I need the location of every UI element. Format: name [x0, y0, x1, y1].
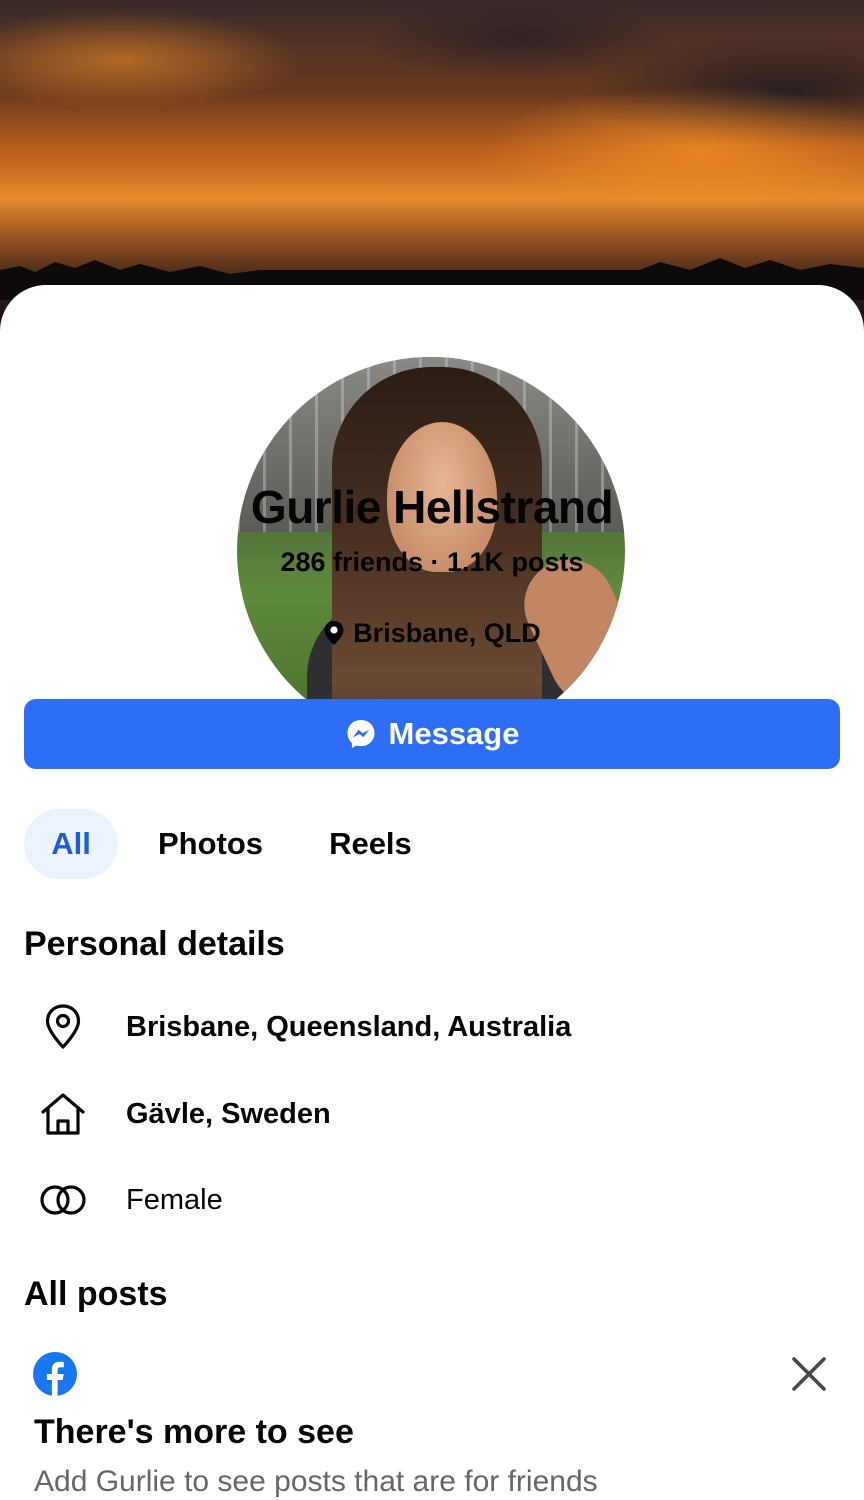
more-to-see-title: There's more to see — [34, 1413, 354, 1451]
detail-current-city: Brisbane, Queensland, Australia — [126, 1010, 572, 1043]
profile-location: Brisbane, QLD — [0, 618, 864, 653]
location-pin-icon — [323, 620, 345, 653]
message-button[interactable]: Message — [24, 699, 840, 769]
all-posts-heading: All posts — [24, 1275, 168, 1313]
location-pin-icon — [38, 1002, 88, 1052]
cover-photo[interactable] — [0, 0, 864, 330]
profile-name: Gurlie Hellstrand — [250, 481, 614, 533]
profile-stats[interactable]: 286 friends · 1.1K posts — [0, 547, 864, 578]
more-to-see-subtitle: Add Gurlie to see posts that are for fri… — [34, 1465, 598, 1498]
close-icon[interactable] — [790, 1355, 828, 1393]
detail-row-gender: Female — [38, 1175, 223, 1225]
personal-details-heading: Personal details — [24, 925, 285, 963]
detail-row-hometown: Gävle, Sweden — [38, 1089, 331, 1139]
tab-all[interactable]: All — [24, 809, 118, 879]
detail-gender: Female — [126, 1183, 223, 1216]
home-icon — [38, 1089, 88, 1139]
gender-icon — [38, 1175, 88, 1225]
profile-tabs: All Photos Reels — [24, 809, 412, 879]
tab-reels[interactable]: Reels — [329, 809, 412, 879]
profile-page: Gurlie Hellstrand 286 friends · 1.1K pos… — [0, 0, 864, 1500]
tab-photos[interactable]: Photos — [158, 809, 263, 879]
profile-location-text: Brisbane, QLD — [353, 618, 541, 648]
profile-card: Gurlie Hellstrand 286 friends · 1.1K pos… — [0, 285, 864, 1500]
detail-hometown: Gävle, Sweden — [126, 1097, 331, 1130]
message-button-label: Message — [388, 716, 520, 751]
facebook-logo-icon — [32, 1351, 78, 1397]
detail-row-current-city: Brisbane, Queensland, Australia — [38, 1002, 571, 1052]
messenger-icon — [345, 718, 377, 750]
